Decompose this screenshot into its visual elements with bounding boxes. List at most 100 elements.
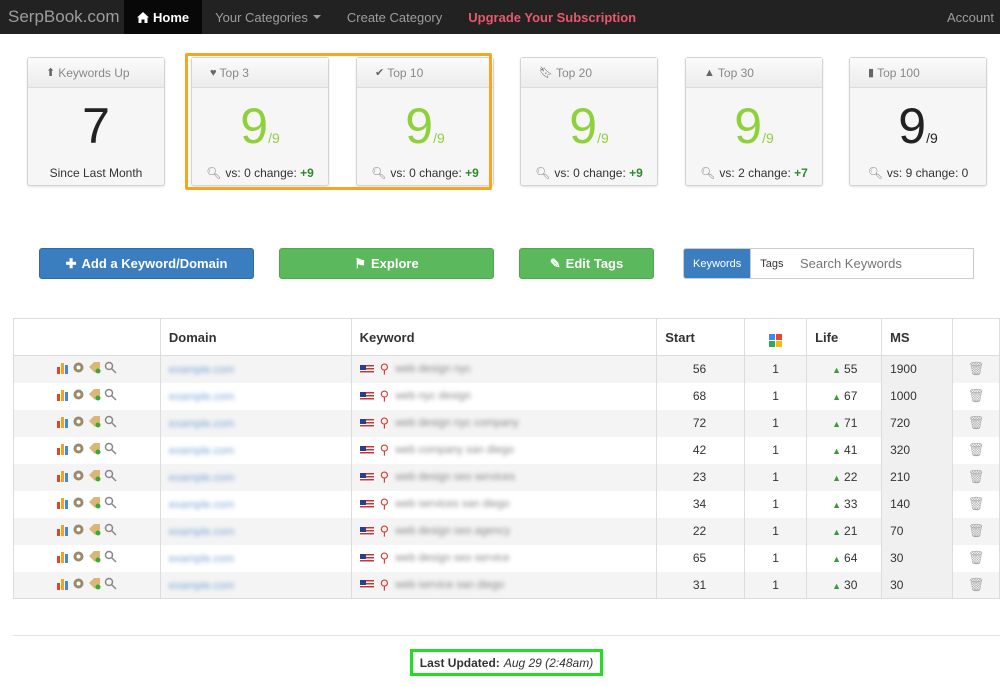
trash-icon[interactable]: 🗑︎	[968, 388, 985, 404]
keyword-cell: ⚲ web design nyc company	[350, 409, 658, 437]
gear-icon[interactable]	[72, 388, 85, 401]
row-actions	[56, 577, 117, 590]
trash-icon[interactable]: 🗑︎	[968, 442, 985, 458]
add-tag-icon[interactable]	[88, 550, 101, 563]
chart-icon[interactable]	[56, 577, 69, 590]
col-ms[interactable]: MS	[881, 318, 953, 356]
domain-link[interactable]: example.com	[169, 364, 234, 376]
gear-icon[interactable]	[72, 550, 85, 563]
rank-cell: 1	[744, 382, 808, 410]
gear-icon[interactable]	[72, 496, 85, 509]
chart-icon[interactable]	[56, 550, 69, 563]
keyword-text[interactable]: web design nyc	[395, 363, 471, 375]
search-icon[interactable]	[104, 361, 117, 374]
magnifier-icon[interactable]: 🔍︎	[868, 166, 883, 180]
keyword-text[interactable]: web company san diego	[395, 444, 514, 456]
life-cell: ▲ 55	[806, 355, 883, 383]
add-tag-icon[interactable]	[88, 469, 101, 482]
trash-icon[interactable]: 🗑︎	[968, 523, 985, 539]
card-title: Top 100	[877, 65, 920, 80]
start-cell: 56	[656, 355, 746, 383]
domain-link[interactable]: example.com	[169, 553, 234, 565]
table-row: example.com ⚲ web nyc design 68 1 ▲ 67 1000 🗑︎	[13, 382, 1000, 410]
chart-icon[interactable]	[56, 523, 69, 536]
add-keyword-button[interactable]: ✚ Add a Keyword/Domain	[39, 248, 254, 279]
keyword-text[interactable]: web design seo services	[395, 471, 515, 483]
domain-link[interactable]: example.com	[169, 445, 234, 457]
brand-logo[interactable]: SerpBook.com	[0, 7, 124, 27]
nav-account[interactable]: Account	[947, 10, 1000, 25]
search-icon[interactable]	[104, 415, 117, 428]
gear-icon[interactable]	[72, 523, 85, 536]
keyword-text[interactable]: web design nyc company	[395, 417, 519, 429]
life-value: 64	[844, 551, 858, 565]
magnifier-icon[interactable]: 🔍︎	[535, 166, 550, 180]
gear-icon[interactable]	[72, 442, 85, 455]
search-icon[interactable]	[104, 550, 117, 563]
col-life[interactable]: Life	[806, 318, 883, 356]
toggle-tags[interactable]: Tags	[750, 249, 793, 278]
life-value: 30	[844, 577, 858, 592]
keyword-text[interactable]: web nyc design	[395, 390, 471, 402]
life-value: 21	[844, 524, 858, 538]
domain-link[interactable]: example.com	[169, 526, 234, 538]
search-icon[interactable]	[104, 496, 117, 509]
trash-icon[interactable]: 🗑︎	[968, 415, 985, 431]
nav-upgrade[interactable]: Upgrade Your Subscription	[455, 0, 649, 34]
search-keywords-input[interactable]	[788, 248, 974, 279]
keyword-text[interactable]: web service san diego	[395, 579, 504, 591]
chart-icon[interactable]	[56, 415, 69, 428]
row-actions	[56, 388, 117, 401]
edit-tags-button[interactable]: ✎ Edit Tags	[519, 248, 654, 279]
actions-cell	[13, 544, 161, 572]
trash-icon[interactable]: 🗑︎	[968, 550, 985, 566]
trash-icon[interactable]: 🗑︎	[968, 361, 985, 377]
delete-cell: 🗑︎	[952, 490, 1000, 518]
domain-link[interactable]: example.com	[169, 472, 234, 484]
keyword-text[interactable]: web design seo service	[395, 552, 509, 564]
chart-icon[interactable]	[56, 361, 69, 375]
col-google[interactable]	[744, 318, 808, 356]
chart-icon[interactable]	[56, 388, 69, 401]
magnifier-icon[interactable]: 🔍︎	[700, 166, 715, 180]
domain-link[interactable]: example.com	[169, 418, 234, 430]
search-icon[interactable]	[104, 442, 117, 455]
nav-your-categories[interactable]: Your Categories	[202, 0, 334, 34]
search-icon[interactable]	[104, 469, 117, 482]
add-tag-icon[interactable]	[88, 442, 101, 455]
trash-icon[interactable]: 🗑︎	[968, 577, 985, 593]
gear-icon[interactable]	[72, 577, 85, 590]
domain-link[interactable]: example.com	[169, 580, 234, 592]
gear-icon[interactable]	[72, 469, 85, 482]
gear-icon[interactable]	[72, 415, 85, 428]
explore-button[interactable]: ⚑ Explore	[279, 248, 494, 279]
domain-link[interactable]: example.com	[169, 391, 234, 403]
trash-icon[interactable]: 🗑︎	[968, 496, 985, 512]
domain-link[interactable]: example.com	[169, 499, 234, 511]
add-tag-icon[interactable]	[88, 523, 101, 536]
chart-icon[interactable]	[56, 442, 69, 455]
col-domain[interactable]: Domain	[159, 318, 352, 356]
search-icon[interactable]	[104, 523, 117, 536]
col-start[interactable]: Start	[656, 318, 746, 356]
col-keyword[interactable]: Keyword	[350, 318, 658, 356]
add-tag-icon[interactable]	[88, 415, 101, 428]
add-tag-icon[interactable]	[88, 577, 101, 590]
add-tag-icon[interactable]	[88, 496, 101, 509]
keyword-text[interactable]: web services san diego	[395, 498, 509, 510]
add-tag-icon[interactable]	[88, 361, 101, 374]
trash-icon[interactable]: 🗑︎	[968, 469, 985, 485]
chart-icon[interactable]	[56, 469, 69, 482]
life-cell: ▲ 22	[806, 463, 883, 491]
chart-icon[interactable]	[56, 496, 69, 509]
pencil-icon: ✎	[549, 255, 561, 271]
nav-home[interactable]: Home	[124, 0, 203, 34]
add-tag-icon[interactable]	[88, 388, 101, 401]
nav-create-category[interactable]: Create Category	[334, 0, 455, 34]
search-icon[interactable]	[104, 577, 117, 590]
search-icon[interactable]	[104, 388, 117, 401]
keyword-text[interactable]: web design seo agency	[395, 525, 510, 537]
gear-icon[interactable]	[72, 361, 85, 374]
table-body: example.com ⚲ web design nyc 56 1 ▲ 55 1900 🗑︎ ex…	[13, 355, 1000, 599]
toggle-keywords[interactable]: Keywords	[684, 249, 751, 278]
